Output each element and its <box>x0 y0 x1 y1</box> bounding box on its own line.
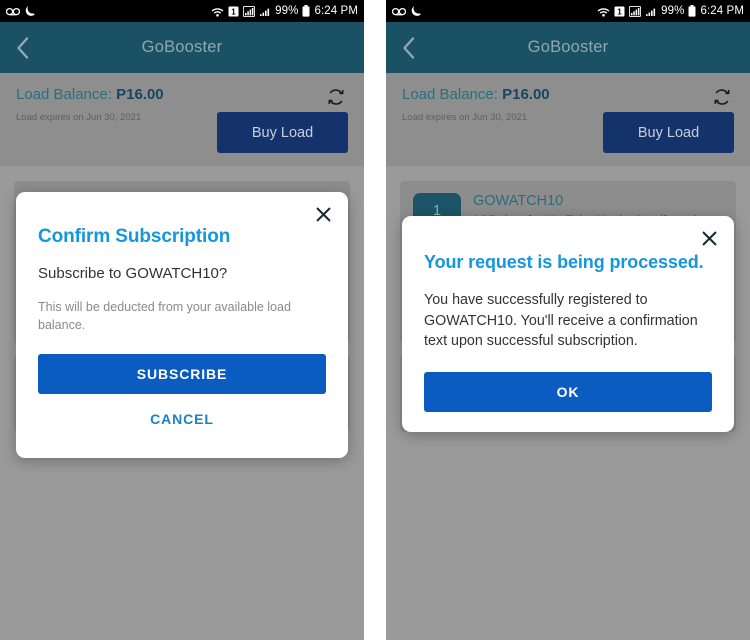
status-bar: 1 99% 6:24 PM <box>386 0 750 22</box>
battery-percent: 99% <box>661 5 685 17</box>
status-bar-left-icons <box>6 5 36 17</box>
signal-bars-2-icon <box>645 6 657 17</box>
load-balance-label: Load Balance: <box>402 86 498 103</box>
close-icon <box>316 207 330 221</box>
load-balance-section: Load Balance: P16.00 Load expires on Jun… <box>386 73 750 166</box>
svg-text:1: 1 <box>617 7 622 16</box>
signal-bars-icon <box>629 5 642 17</box>
signal-bars-2-icon <box>259 6 271 17</box>
page-title: GoBooster <box>141 38 223 56</box>
clock: 6:24 PM <box>700 5 744 17</box>
buy-load-button[interactable]: Buy Load <box>217 112 348 153</box>
load-balance-section: Load Balance: P16.00 Load expires on Jun… <box>0 73 364 166</box>
dialog-body: You have successfully registered to GOWA… <box>424 292 698 350</box>
buy-load-button[interactable]: Buy Load <box>603 112 734 153</box>
dialog-title: Your request is being processed. <box>424 252 704 272</box>
wifi-icon <box>211 6 224 17</box>
dialog-subscribe-button[interactable]: SUBSCRIBE <box>38 354 326 395</box>
battery-percent: 99% <box>275 5 299 17</box>
svg-text:1: 1 <box>231 7 236 16</box>
app-bar: GoBooster <box>0 22 364 73</box>
load-balance-label: Load Balance: <box>16 86 112 103</box>
dialog-ok-button[interactable]: OK <box>424 372 712 413</box>
status-bar-left-icons <box>392 5 422 17</box>
confirm-subscription-dialog: Confirm Subscription Subscribe to GOWATC… <box>16 192 348 459</box>
dual-screenshot-stage: 1 99% 6:24 PM GoBooster Load Balance: P1… <box>0 0 750 640</box>
load-balance-amount: P16.00 <box>116 86 164 103</box>
dialog-title: Confirm Subscription <box>38 226 231 247</box>
app-bar: GoBooster <box>386 22 750 73</box>
do-not-disturb-moon-icon <box>411 5 422 17</box>
sim-1-icon: 1 <box>228 6 239 17</box>
load-balance-amount: P16.00 <box>502 86 550 103</box>
signal-bars-icon <box>243 5 256 17</box>
refresh-icon[interactable] <box>326 87 346 107</box>
load-balance-line: Load Balance: P16.00 <box>402 86 734 103</box>
dialog-note: This will be deducted from your availabl… <box>38 300 291 333</box>
close-icon <box>702 231 716 245</box>
wifi-icon <box>597 6 610 17</box>
load-balance-line: Load Balance: P16.00 <box>16 86 348 103</box>
battery-icon <box>302 5 310 17</box>
close-button[interactable] <box>698 227 720 249</box>
promo-name: GOWATCH10 <box>473 193 564 209</box>
voicemail-icon <box>392 6 406 17</box>
status-bar-right-icons: 1 99% 6:24 PM <box>597 5 744 17</box>
dialog-cancel-button[interactable]: CANCEL <box>38 400 326 438</box>
phone-screen-confirm: 1 99% 6:24 PM GoBooster Load Balance: P1… <box>0 0 364 640</box>
request-processed-dialog: Your request is being processed. You hav… <box>402 216 734 433</box>
status-bar: 1 99% 6:24 PM <box>0 0 364 22</box>
dialog-question: Subscribe to GOWATCH10? <box>38 265 228 282</box>
phone-screen-processed: 1 99% 6:24 PM GoBooster Load Balance: P1… <box>386 0 750 640</box>
close-button[interactable] <box>312 203 334 225</box>
battery-icon <box>688 5 696 17</box>
clock: 6:24 PM <box>314 5 358 17</box>
do-not-disturb-moon-icon <box>25 5 36 17</box>
page-title: GoBooster <box>527 38 609 56</box>
status-bar-right-icons: 1 99% 6:24 PM <box>211 5 358 17</box>
refresh-icon[interactable] <box>712 87 732 107</box>
voicemail-icon <box>6 6 20 17</box>
sim-1-icon: 1 <box>614 6 625 17</box>
